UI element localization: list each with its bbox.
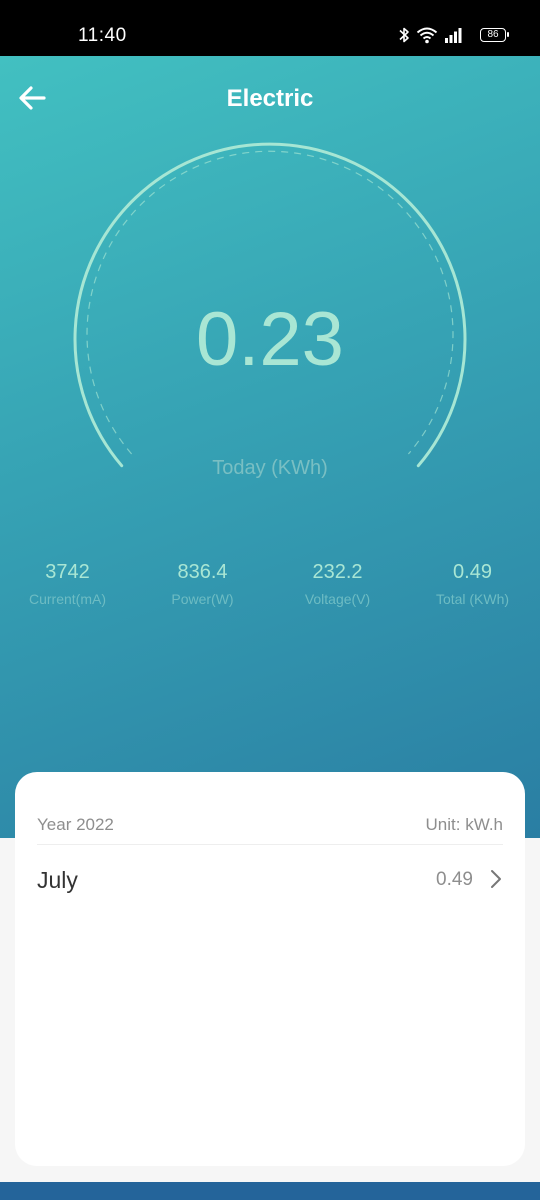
electric-screen: 11:40 86 Electric 0.23 Today (KWh) 3742 …: [0, 0, 540, 1200]
month-value: 0.49: [436, 869, 473, 890]
history-card: Year 2022 Unit: kW.h July 0.49: [15, 772, 525, 1166]
today-usage-value: 0.23: [196, 297, 344, 382]
metric-label: Current(mA): [28, 591, 106, 607]
wifi-icon: [416, 27, 438, 44]
status-icons: 86: [396, 26, 509, 46]
metric-value: 836.4: [177, 561, 228, 583]
battery-level: 86: [487, 29, 499, 40]
metric-value: 3742: [45, 561, 90, 583]
chevron-right-icon: [491, 870, 501, 888]
metric-power: 836.4 Power(W): [135, 560, 270, 608]
metric-label: Total (KWh): [435, 591, 510, 607]
bluetooth-icon: [399, 27, 409, 43]
month-name: July: [37, 867, 78, 893]
battery-icon: 86: [480, 28, 509, 42]
hero-panel: Electric 0.23 Today (KWh) 3742 Current(m…: [0, 56, 540, 838]
today-usage-label: Today (KWh): [212, 457, 328, 479]
metric-current: 3742 Current(mA): [0, 560, 135, 608]
bottom-bar: [0, 1182, 540, 1200]
unit-label: Unit: kW.h: [425, 815, 503, 834]
metric-label: Voltage(V): [304, 591, 371, 607]
metric-voltage: 232.2 Voltage(V): [270, 560, 405, 608]
metric-value: 0.49: [453, 561, 492, 583]
status-time: 11:40: [78, 25, 127, 46]
metrics-row: 3742 Current(mA) 836.4 Power(W) 232.2 Vo…: [0, 560, 540, 620]
metric-label: Power(W): [171, 591, 234, 607]
metric-value: 232.2: [312, 561, 363, 583]
status-bar: 11:40 86: [0, 0, 540, 56]
month-row-july[interactable]: July 0.49: [37, 858, 503, 902]
year-label: Year 2022: [37, 815, 114, 834]
history-header: Year 2022 Unit: kW.h: [37, 812, 503, 845]
metric-total: 0.49 Total (KWh): [405, 560, 540, 608]
signal-icon: [445, 28, 462, 43]
